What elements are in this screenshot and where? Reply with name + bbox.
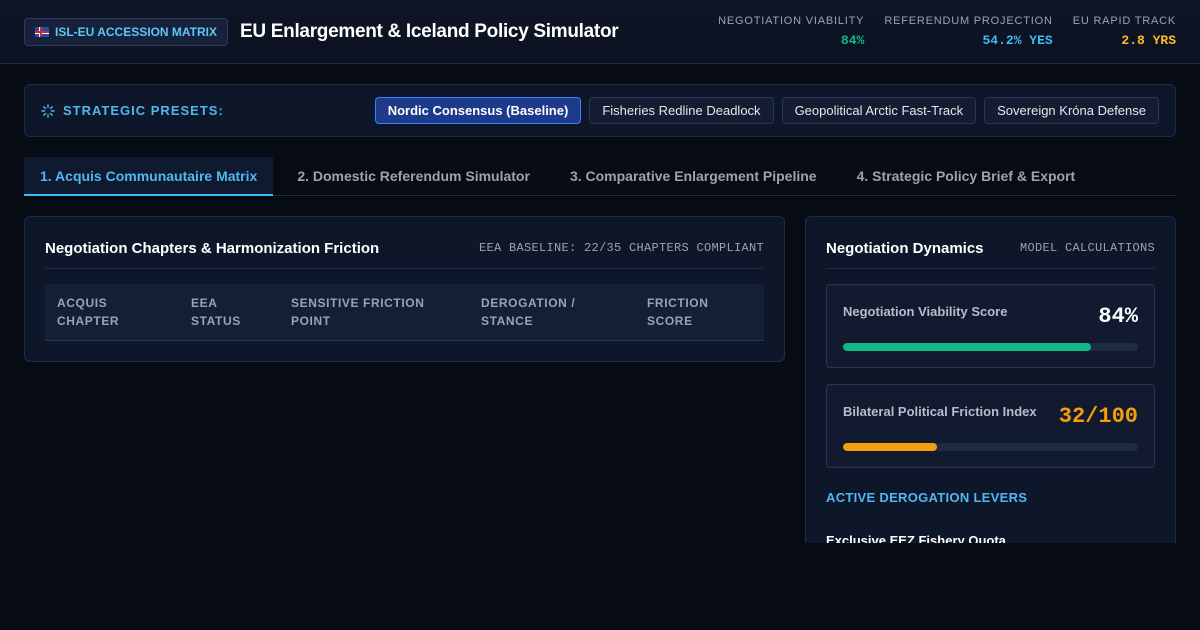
strategic-presets-bar: STRATEGIC PRESETS: Nordic Consensus (Bas… [24, 84, 1176, 137]
tab-acquis-matrix[interactable]: 1. Acquis Communautaire Matrix [24, 157, 274, 196]
derogation-levers-heading: ACTIVE DEROGATION LEVERS [826, 490, 1028, 505]
preset-nordic-consensus-button[interactable]: Nordic Consensus (Baseline) [374, 97, 582, 124]
presets-heading: STRATEGIC PRESETS: [41, 103, 224, 118]
negotiation-chapters-panel: Negotiation Chapters & Harmonization Fri… [24, 216, 785, 362]
tab-enlargement-pipeline[interactable]: 3. Comparative Enlargement Pipeline [554, 157, 833, 195]
column-header-acquis-chapter[interactable]: ACQUIS CHAPTER [45, 284, 179, 340]
stat-value: 2.8 YRS [1121, 33, 1176, 48]
lever-item-eez-fishery[interactable]: Exclusive EEZ Fishery Quota [826, 533, 1006, 543]
presets-label: STRATEGIC PRESETS: [63, 103, 224, 118]
tab-referendum-simulator[interactable]: 2. Domestic Referendum Simulator [281, 157, 546, 195]
viability-progress-fill [843, 343, 1091, 351]
metric-value: 32/100 [1058, 404, 1138, 429]
app-badge: ISL-EU ACCESSION MATRIX [24, 18, 229, 46]
column-header-derogation-stance[interactable]: DEROGATION / STANCE [469, 284, 635, 340]
stat-referendum-projection: REFERENDUM PROJECTION 54.2% YES [884, 15, 1052, 48]
negotiation-dynamics-panel: Negotiation Dynamics MODEL CALCULATIONS … [805, 216, 1176, 543]
column-header-line: FRICTION [647, 296, 709, 310]
negotiation-viability-card: Negotiation Viability Score 84% [826, 284, 1155, 368]
stat-value: 54.2% YES [982, 33, 1053, 48]
column-header-line: SENSITIVE FRICTION [291, 296, 425, 310]
column-header-friction-score[interactable]: FRICTION SCORE [635, 284, 764, 340]
column-header-eea-status[interactable]: EEA STATUS [179, 284, 279, 340]
stat-eu-rapid-track: EU RAPID TRACK 2.8 YRS [1073, 15, 1176, 48]
column-header-line: ACQUIS [57, 296, 108, 310]
column-header-line: CHAPTER [57, 314, 120, 328]
eea-baseline-note: EEA BASELINE: 22/35 CHAPTERS COMPLIANT [478, 241, 764, 255]
political-friction-card: Bilateral Political Friction Index 32/10… [826, 384, 1155, 468]
chapters-table-header: ACQUIS CHAPTER EEA STATUS SENSITIVE FRIC… [45, 284, 764, 341]
panel-title: Negotiation Chapters & Harmonization Fri… [45, 240, 380, 257]
preset-fisheries-deadlock-button[interactable]: Fisheries Redline Deadlock [589, 97, 774, 124]
friction-progress-fill [843, 443, 938, 451]
header-stats: NEGOTIATION VIABILITY 84% REFERENDUM PRO… [718, 15, 1176, 48]
main-tabs: 1. Acquis Communautaire Matrix 2. Domest… [24, 157, 1176, 196]
column-header-line: STANCE [481, 314, 534, 328]
app-header: ISL-EU ACCESSION MATRIX EU Enlargement &… [0, 0, 1200, 64]
column-header-line: EEA [191, 296, 218, 310]
column-header-friction-point[interactable]: SENSITIVE FRICTION POINT [279, 284, 469, 340]
preset-arctic-fast-track-button[interactable]: Geopolitical Arctic Fast-Track [781, 97, 977, 124]
stat-negotiation-viability: NEGOTIATION VIABILITY 84% [718, 15, 864, 48]
progress-track [843, 343, 1138, 351]
model-calculations-note: MODEL CALCULATIONS [1019, 241, 1155, 255]
metric-label: Bilateral Political Friction Index [843, 404, 1037, 419]
app-title: EU Enlargement & Iceland Policy Simulato… [240, 21, 619, 42]
panel-header: Negotiation Dynamics MODEL CALCULATIONS [826, 217, 1155, 269]
progress-track [843, 443, 1138, 451]
metric-label: Negotiation Viability Score [843, 304, 1008, 319]
metric-value: 84% [1098, 304, 1138, 329]
preset-krona-defense-button[interactable]: Sovereign Króna Defense [984, 97, 1159, 124]
tab-policy-brief-export[interactable]: 4. Strategic Policy Brief & Export [841, 157, 1092, 195]
badge-label: ISL-EU ACCESSION MATRIX [55, 25, 218, 39]
column-header-line: STATUS [191, 314, 241, 328]
column-header-line: POINT [291, 314, 331, 328]
iceland-flag-icon [35, 27, 49, 37]
stat-label: NEGOTIATION VIABILITY [718, 15, 865, 27]
preset-buttons: Nordic Consensus (Baseline) Fisheries Re… [374, 97, 1159, 124]
loader-icon [41, 103, 55, 118]
panel-header: Negotiation Chapters & Harmonization Fri… [45, 217, 764, 269]
stat-value: 84% [840, 33, 865, 48]
column-header-line: DEROGATION / [481, 296, 576, 310]
stat-label: REFERENDUM PROJECTION [884, 15, 1053, 27]
stat-label: EU RAPID TRACK [1072, 15, 1176, 27]
column-header-line: SCORE [647, 314, 693, 328]
panel-title: Negotiation Dynamics [826, 240, 984, 257]
